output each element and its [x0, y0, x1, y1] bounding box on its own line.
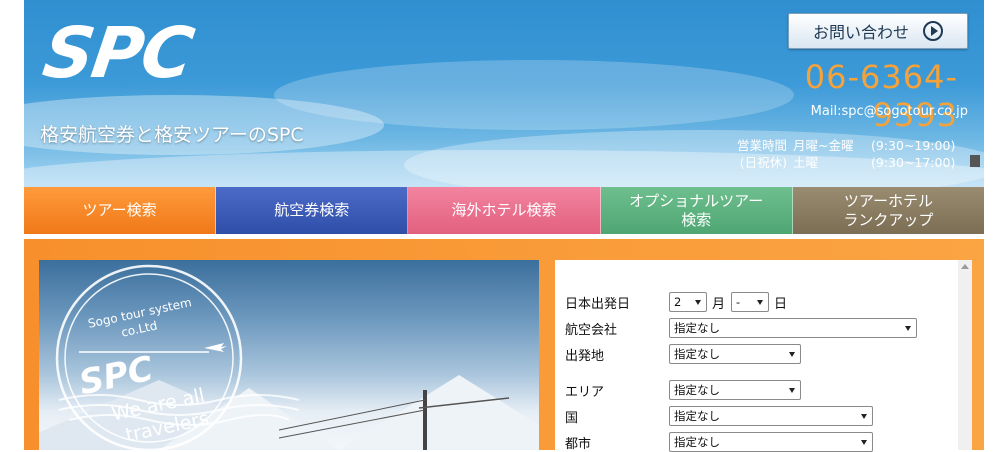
day-select[interactable]: -: [731, 292, 769, 312]
hours-row: 営業時間 月曜~金曜 (9:30~19:00): [704, 137, 968, 154]
month-select-value: 2: [674, 295, 682, 309]
dropdown-arrow-icon: [789, 388, 795, 393]
tab-tour-hotel-rankup[interactable]: ツアーホテル ランクアップ: [792, 187, 985, 234]
city-select[interactable]: 指定なし: [669, 432, 873, 452]
airline-select-value: 指定なし: [674, 321, 720, 335]
scroll-up-arrow-icon[interactable]: [961, 264, 969, 269]
city-label: 都市: [565, 437, 592, 452]
site-tagline: 格安航空券と格安ツアーのSPC: [40, 124, 304, 146]
country-label: 国: [565, 411, 579, 426]
dropdown-arrow-icon: [861, 414, 867, 419]
area-select-value: 指定なし: [674, 383, 720, 397]
main-nav: ツアー検索 航空券検索 海外ホテル検索 オプショナルツアー 検索 ツアーホテル …: [24, 187, 985, 234]
search-form: 日本出発日 2 月 - 日 航空会社 指定なし 出発地 指定なし エリア 指定な…: [555, 260, 972, 452]
form-scrollbar[interactable]: [958, 260, 972, 450]
business-hours: 営業時間 月曜~金曜 (9:30~19:00) (日祝休) 土曜 (9:30~1…: [704, 137, 968, 171]
airline-select[interactable]: 指定なし: [669, 318, 917, 338]
contact-button[interactable]: お問い合わせ: [788, 13, 968, 49]
area-label: エリア: [565, 385, 605, 400]
hours-days: 土曜: [793, 155, 819, 170]
site-logo[interactable]: SPC: [38, 12, 197, 94]
tab-air-ticket-search[interactable]: 航空券検索: [216, 187, 409, 234]
area-select[interactable]: 指定なし: [669, 380, 801, 400]
hours-time: (9:30~17:00): [871, 155, 956, 170]
dropdown-arrow-icon: [861, 440, 867, 445]
right-margin: [984, 0, 1000, 450]
site-header: SPC 格安航空券と格安ツアーのSPC お問い合わせ 06-6364-9393 …: [24, 0, 984, 187]
origin-label: 出発地: [565, 349, 605, 364]
main-content: Sogo tour system co.Ltd SPC We are all t…: [24, 239, 984, 452]
play-circle-icon: [923, 21, 943, 41]
departure-date-label: 日本出発日: [565, 297, 631, 312]
cloud-decoration: [274, 60, 794, 130]
email-address[interactable]: Mail:spc@sogotour.co.jp: [704, 104, 968, 119]
dropdown-arrow-icon: [789, 352, 795, 357]
dropdown-arrow-icon: [757, 300, 763, 305]
dropdown-arrow-icon: [695, 300, 701, 305]
month-select[interactable]: 2: [669, 292, 707, 312]
scroll-marker: [970, 155, 980, 167]
month-unit-label: 月: [712, 297, 726, 312]
day-unit-label: 日: [774, 297, 788, 312]
hours-time: (9:30~19:00): [871, 138, 956, 153]
airline-label: 航空会社: [565, 323, 618, 338]
tab-tour-search[interactable]: ツアー検索: [24, 187, 217, 234]
contact-button-label: お問い合わせ: [812, 23, 909, 42]
hours-label: (日祝休): [739, 155, 787, 170]
hours-label: 営業時間: [736, 138, 787, 153]
day-select-value: -: [736, 295, 741, 309]
city-select-value: 指定なし: [674, 435, 720, 449]
origin-select-value: 指定なし: [674, 347, 720, 361]
country-select[interactable]: 指定なし: [669, 406, 873, 426]
country-select-value: 指定なし: [674, 409, 720, 423]
hours-days: 月曜~金曜: [793, 138, 854, 153]
hero-photo: Sogo tour system co.Ltd SPC We are all t…: [39, 260, 539, 450]
tab-optional-tour-search[interactable]: オプショナルツアー 検索: [600, 187, 793, 234]
phone-number: 06-6364-9393: [804, 58, 958, 134]
tab-overseas-hotel-search[interactable]: 海外ホテル検索: [408, 187, 601, 234]
origin-select[interactable]: 指定なし: [669, 344, 801, 364]
hours-row: (日祝休) 土曜 (9:30~17:00): [704, 154, 968, 171]
left-margin: [0, 0, 24, 450]
dropdown-arrow-icon: [905, 326, 911, 331]
